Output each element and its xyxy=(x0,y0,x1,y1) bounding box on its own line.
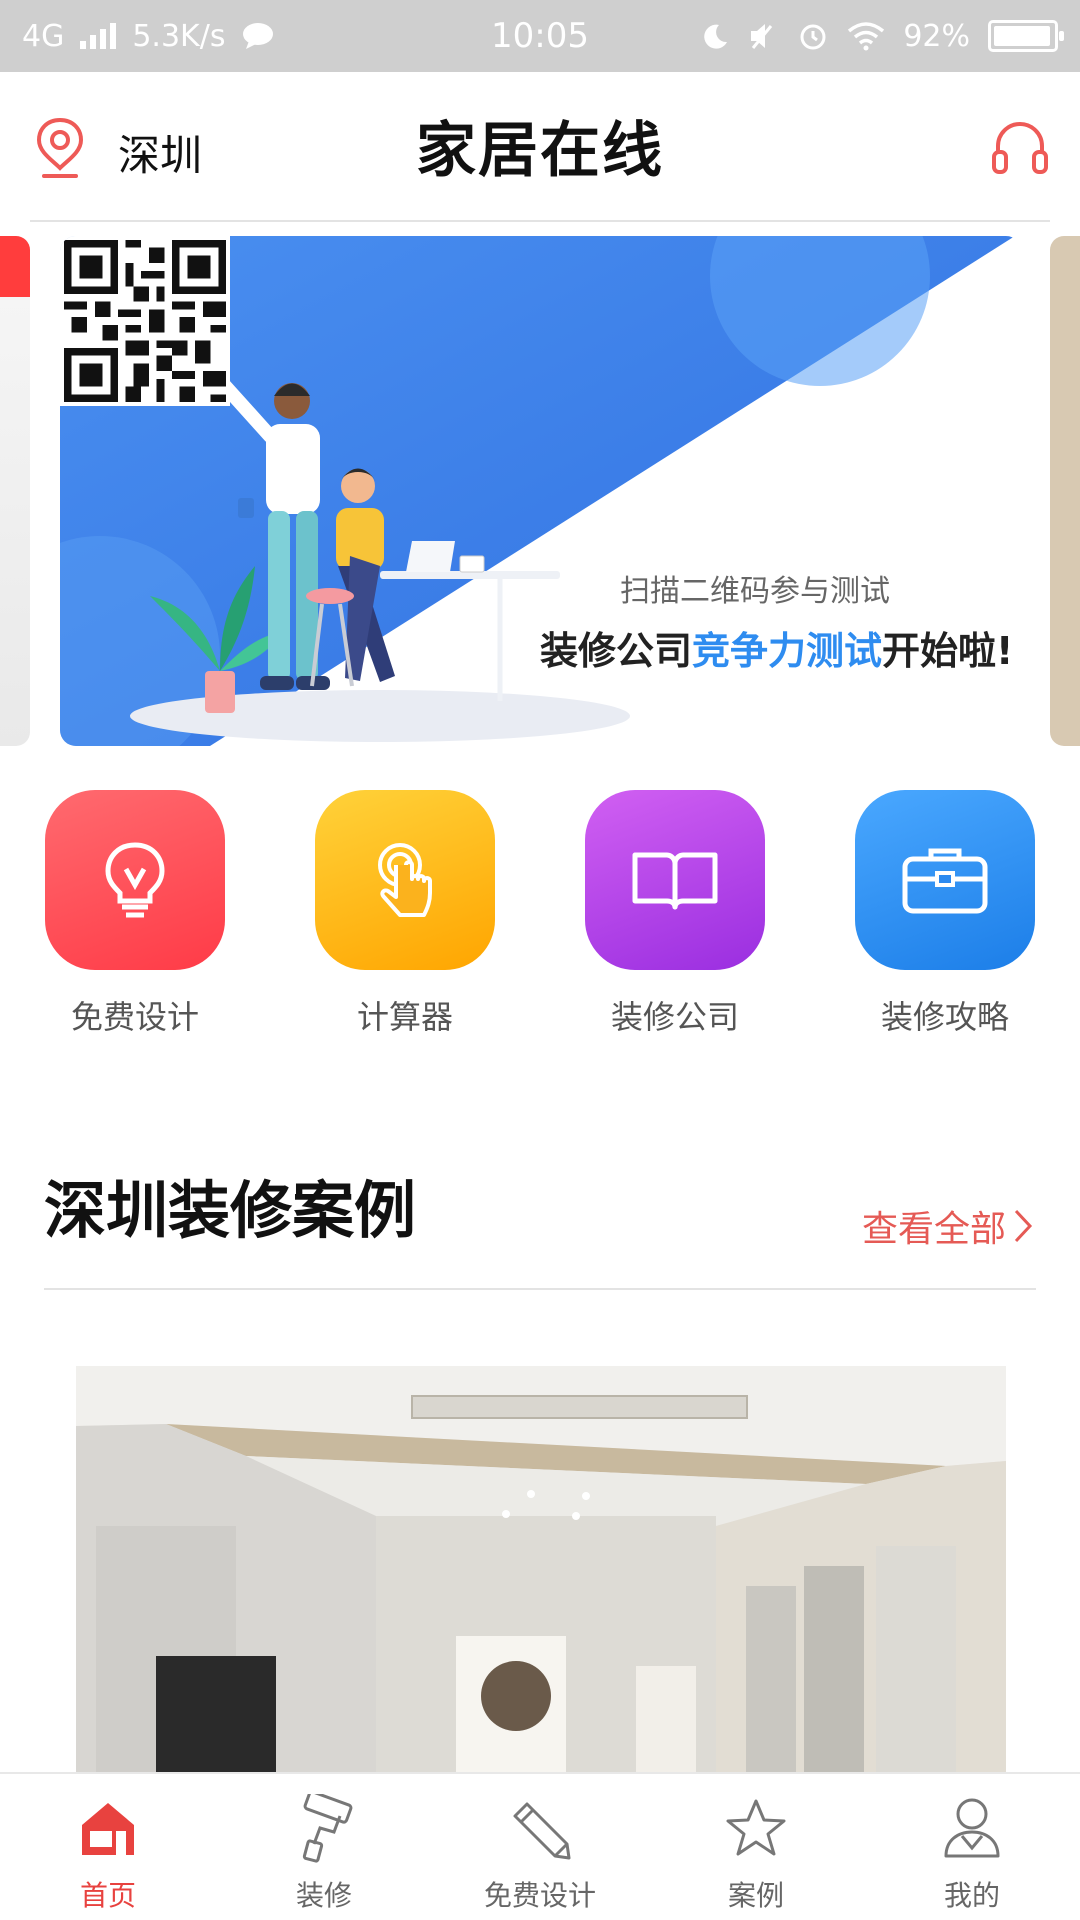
battery-icon xyxy=(988,20,1064,52)
star-icon xyxy=(726,1799,786,1856)
section-divider xyxy=(44,1288,1036,1290)
status-bar: 4G 5.3K/s 10:05 92% xyxy=(0,0,1080,72)
briefcase-icon xyxy=(902,848,988,914)
chevron-right-icon xyxy=(1014,1209,1033,1243)
shortcut-calculator[interactable]: 计算器 xyxy=(290,790,520,1038)
tab-label: 案例 xyxy=(727,1879,784,1912)
pencil-icon xyxy=(513,1802,571,1860)
tab-home[interactable]: 首页 xyxy=(0,1790,216,1914)
bulb-icon xyxy=(105,842,165,918)
banner-carousel[interactable]: 扫描二维码参与测试 装修公司竞争力测试开始啦! xyxy=(0,236,1080,746)
app-root: 4G 5.3K/s 10:05 92% 深圳 家居在线 扫描二维码参与测试 装修… xyxy=(0,0,1080,1920)
signal-icon xyxy=(80,23,117,49)
tab-label: 首页 xyxy=(79,1879,136,1912)
view-all-label: 查看全部 xyxy=(861,1209,1006,1250)
home-icon xyxy=(82,1803,134,1855)
bottom-tab-bar: 首页 装修 免费设计 案例 我的 xyxy=(0,1772,1080,1920)
alarm-icon xyxy=(800,24,826,50)
case-photo[interactable] xyxy=(76,1366,1006,1774)
shortcut-guide[interactable]: 装修攻略 xyxy=(830,790,1060,1038)
tab-label: 免费设计 xyxy=(483,1879,596,1912)
tab-renovation[interactable]: 装修 xyxy=(216,1790,432,1914)
moon-icon xyxy=(704,24,728,49)
case-photo-interior xyxy=(76,1366,1006,1774)
tap-hand-icon xyxy=(378,843,432,917)
message-icon xyxy=(243,23,274,49)
banner-slide[interactable]: 扫描二维码参与测试 装修公司竞争力测试开始啦! xyxy=(60,236,1022,746)
wifi-icon xyxy=(848,22,885,51)
brand-logo: 家居在线 xyxy=(416,116,664,186)
shortcut-label: 装修攻略 xyxy=(880,998,1009,1036)
qr-code xyxy=(60,236,230,406)
tab-label: 我的 xyxy=(943,1879,1000,1912)
book-icon xyxy=(632,852,718,910)
qr-caption: 扫描二维码参与测试 xyxy=(620,574,890,609)
banner-slogan: 装修公司竞争力测试开始啦! xyxy=(540,629,1014,673)
tab-label: 装修 xyxy=(295,1879,352,1912)
banner-prev-slide[interactable] xyxy=(0,236,30,746)
shortcut-tile[interactable] xyxy=(315,790,495,970)
status-right: 92% xyxy=(701,0,1064,72)
clock: 10:05 xyxy=(491,16,589,56)
shortcut-label: 免费设计 xyxy=(70,998,199,1036)
header-divider xyxy=(30,220,1050,222)
shortcut-companies[interactable]: 装修公司 xyxy=(560,790,790,1038)
battery-level: 92% xyxy=(903,18,970,54)
shortcut-tile[interactable] xyxy=(855,790,1035,970)
app-header: 深圳 家居在线 xyxy=(0,72,1080,222)
tab-mine[interactable]: 我的 xyxy=(864,1790,1080,1914)
shortcut-label: 计算器 xyxy=(356,998,453,1036)
user-icon xyxy=(944,1798,1000,1858)
shortcut-grid: 免费设计 计算器 装修公司 装修攻略 xyxy=(0,790,1080,1040)
tab-free-design[interactable]: 免费设计 xyxy=(432,1790,648,1914)
view-all-link[interactable]: 查看全部 xyxy=(862,1200,1034,1252)
network-speed: 5.3K/s xyxy=(132,18,226,54)
network-type: 4G xyxy=(22,18,65,54)
shortcut-label: 装修公司 xyxy=(610,998,739,1036)
shortcut-free-design[interactable]: 免费设计 xyxy=(20,790,250,1038)
shortcut-tile[interactable] xyxy=(45,790,225,970)
shortcut-tile[interactable] xyxy=(585,790,765,970)
paint-roller-icon xyxy=(302,1794,353,1863)
mute-icon xyxy=(751,24,773,49)
section-title: 深圳装修案例 xyxy=(44,1174,417,1247)
headphones-icon[interactable] xyxy=(988,116,1052,180)
banner-next-slide[interactable] xyxy=(1050,236,1080,746)
tab-cases[interactable]: 案例 xyxy=(648,1790,864,1914)
status-left: 4G 5.3K/s xyxy=(22,0,275,72)
